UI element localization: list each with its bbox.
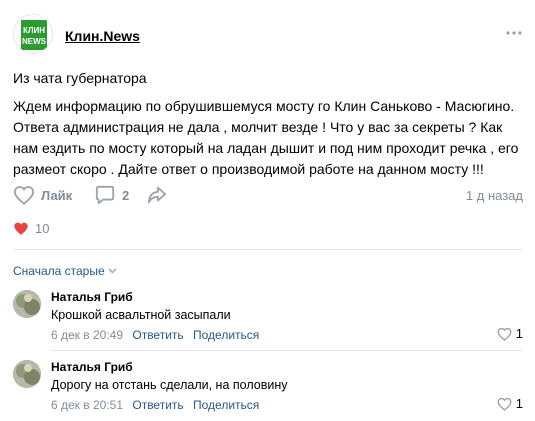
community-name[interactable]: Клин.News xyxy=(65,28,140,44)
comments-count: 2 xyxy=(122,187,130,203)
avatar-photo xyxy=(13,360,41,388)
share-comment-button[interactable]: Поделиться xyxy=(193,398,259,412)
post-title: Из чата губернатора xyxy=(13,70,147,86)
divider xyxy=(51,350,523,351)
post-time: 1 д назад xyxy=(465,188,523,203)
svg-text:КЛИН: КЛИН xyxy=(23,26,45,35)
more-options-icon[interactable] xyxy=(505,29,523,37)
comment-author[interactable]: Наталья Гриб xyxy=(51,290,133,304)
sort-label: Сначала старые xyxy=(13,264,105,278)
divider xyxy=(13,249,523,250)
reply-button[interactable]: Ответить xyxy=(132,398,183,412)
post-header: КЛИН NEWS Клин.News xyxy=(13,14,523,58)
like-label: Лайк xyxy=(41,187,73,203)
avatar-photo xyxy=(13,290,41,318)
heart-outline-icon xyxy=(497,327,512,341)
comment-avatar[interactable] xyxy=(13,360,41,388)
comment-likes-count: 1 xyxy=(515,326,523,341)
comment-button[interactable]: 2 xyxy=(94,184,129,206)
comment-likes-count: 1 xyxy=(515,396,523,411)
comment-text: Крошкой асвальтной засыпали xyxy=(51,308,231,322)
comment-author[interactable]: Наталья Гриб xyxy=(51,360,133,374)
comment-text: Дорогу на отстань сделали, на половину xyxy=(51,378,288,392)
comment-meta: 6 дек в 20:49 Ответить Поделиться xyxy=(51,328,259,342)
reactions-summary[interactable]: 10 xyxy=(13,219,49,237)
like-button[interactable]: Лайк xyxy=(13,184,72,206)
comment-date[interactable]: 6 дек в 20:49 xyxy=(51,328,123,342)
comment-item: Наталья Гриб Крошкой асвальтной засыпали… xyxy=(13,290,523,350)
community-avatar[interactable]: КЛИН NEWS xyxy=(13,14,53,54)
heart-outline-icon xyxy=(13,186,35,205)
heart-filled-icon xyxy=(14,222,28,235)
reactions-count: 10 xyxy=(35,220,50,236)
share-icon xyxy=(147,186,167,204)
post-actions: Лайк 2 1 д назад xyxy=(13,184,523,208)
post-text: Ждем информацию по обрушившемуся мосту г… xyxy=(13,98,519,177)
chevron-down-icon xyxy=(108,268,117,274)
heart-outline-icon xyxy=(497,397,512,411)
comment-icon xyxy=(95,185,115,205)
comment-like-button[interactable]: 1 xyxy=(497,396,523,411)
comments-sort-dropdown[interactable]: Сначала старые xyxy=(13,264,117,278)
comment-date[interactable]: 6 дек в 20:51 xyxy=(51,398,123,412)
comment-meta: 6 дек в 20:51 Ответить Поделиться xyxy=(51,398,259,412)
share-button[interactable] xyxy=(146,184,168,206)
comment-like-button[interactable]: 1 xyxy=(497,326,523,341)
comment-avatar[interactable] xyxy=(13,290,41,318)
klin-news-logo: КЛИН NEWS xyxy=(21,20,47,50)
share-comment-button[interactable]: Поделиться xyxy=(193,328,259,342)
reply-button[interactable]: Ответить xyxy=(132,328,183,342)
svg-text:NEWS: NEWS xyxy=(22,37,47,46)
comment-item: Наталья Гриб Дорогу на отстань сделали, … xyxy=(13,360,523,420)
